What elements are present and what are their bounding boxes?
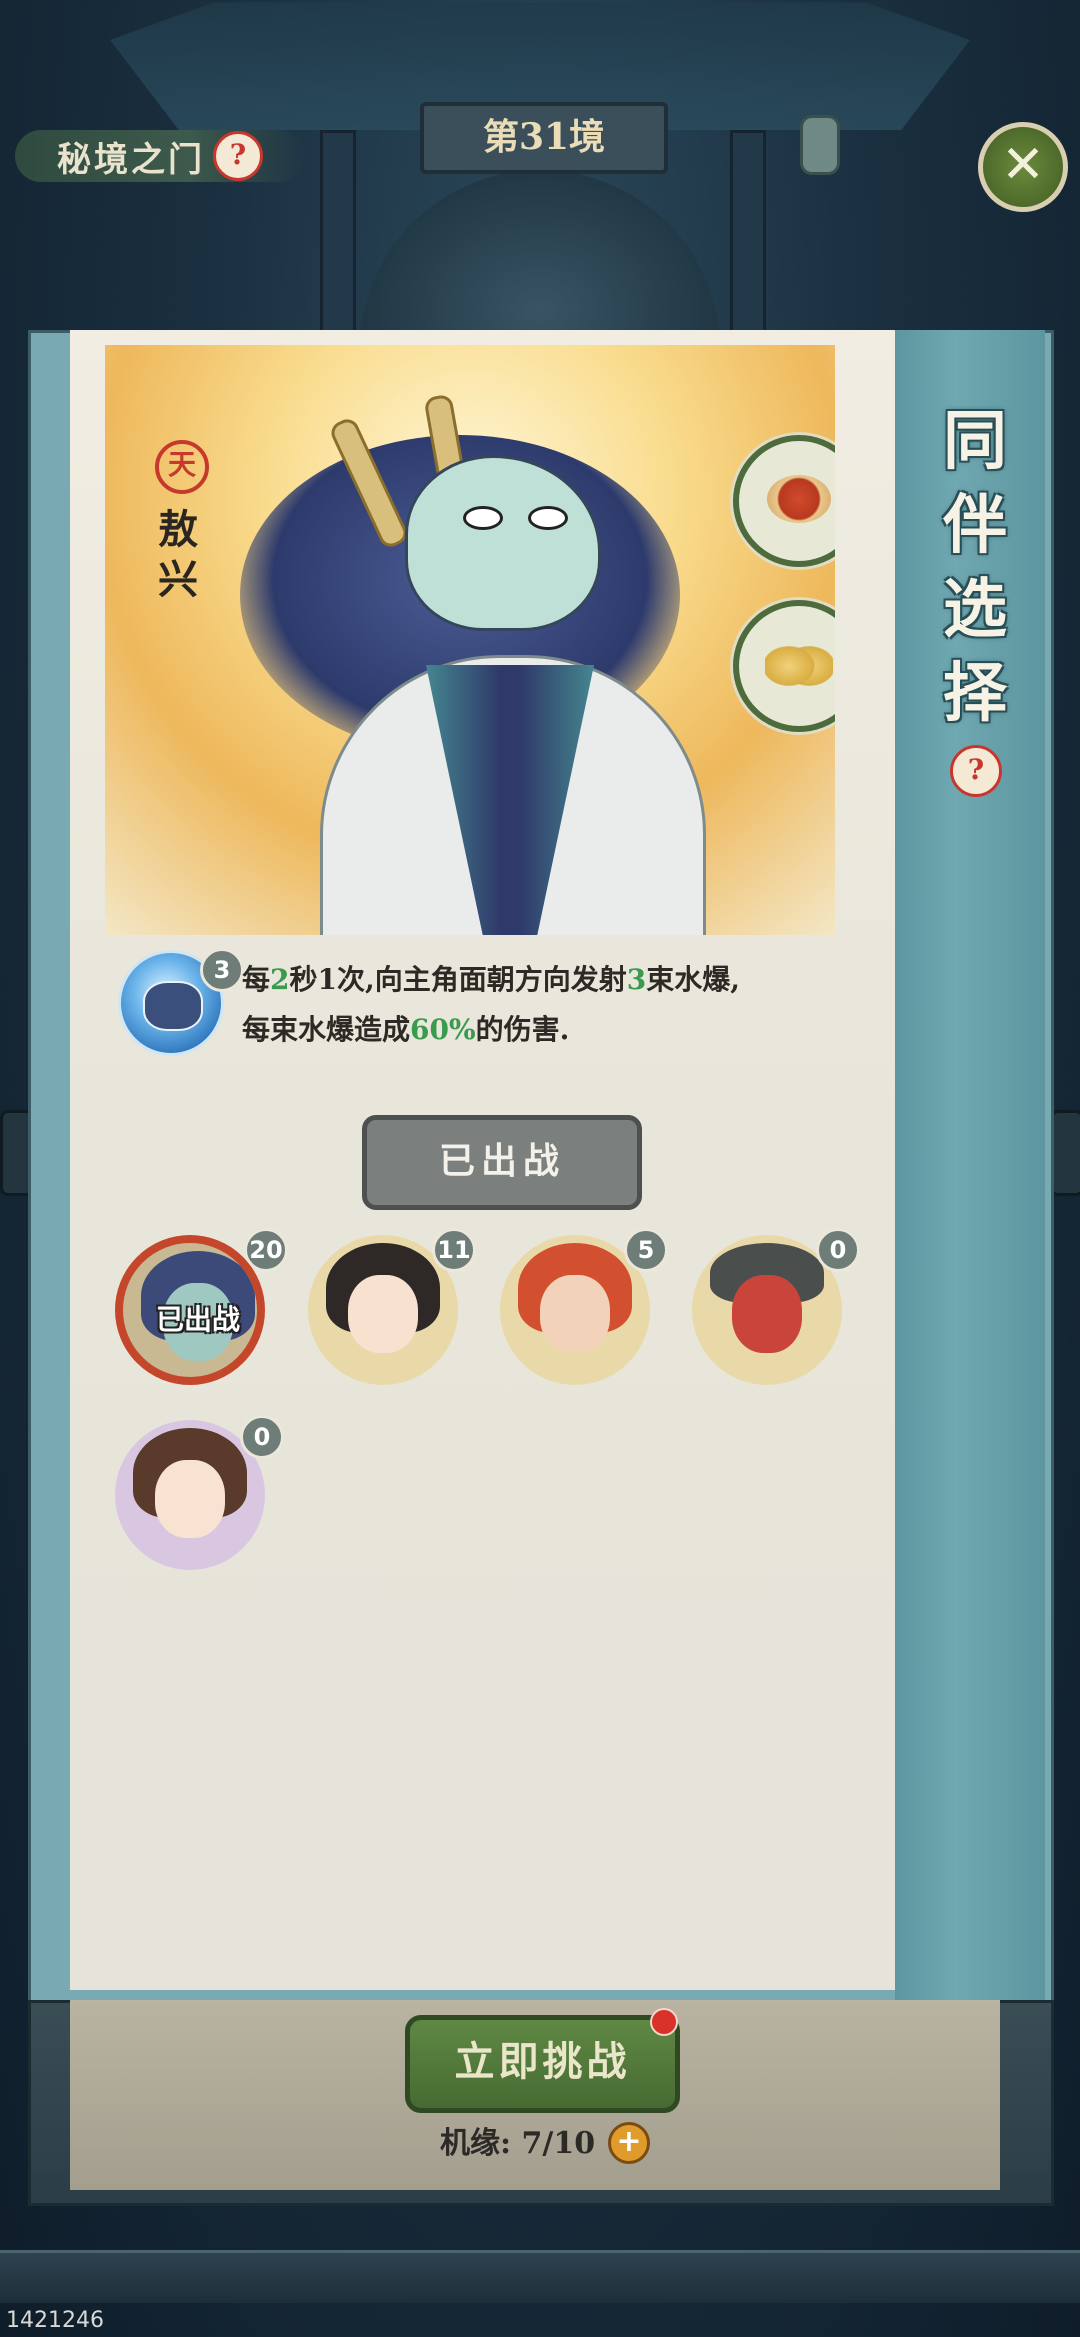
side-title-char: 伴 (943, 488, 1007, 563)
dish-icon (767, 475, 831, 523)
companion-level-badge: 0 (240, 1415, 284, 1459)
side-title: 同 伴 选 择 (935, 400, 1015, 736)
close-button[interactable]: ✕ (978, 122, 1068, 212)
scroll-knob-right (1050, 1110, 1080, 1196)
scroll-rod (0, 2250, 1080, 2303)
side-title-char: 同 (943, 404, 1007, 479)
skill-text-part: 秒1次,向主角面朝方向发射 (289, 963, 627, 996)
location-help-icon[interactable]: ? (213, 131, 263, 181)
skill-text-part: 每 (242, 963, 271, 996)
challenge-button[interactable]: 立即挑战 (405, 2015, 680, 2113)
companion-level-badge: 5 (624, 1228, 668, 1272)
skill-value: 2 (270, 963, 290, 996)
companion-face (732, 1275, 802, 1353)
grade-seal-icon: 天 (155, 440, 209, 494)
chance-counter: 机缘: 7/10 (440, 2126, 596, 2161)
skill-value: 3 (626, 963, 647, 996)
companion-level-badge: 11 (432, 1228, 476, 1272)
skill-description: 每2秒1次,向主角面朝方向发射3束水爆, 每束水爆造成60%的伤害. (242, 955, 882, 1055)
user-id: 1421246 (6, 2308, 104, 2333)
location-label: 秘境之门 (57, 139, 205, 180)
companion-face (348, 1275, 418, 1353)
character-name-char: 敖 (158, 506, 198, 553)
deployed-status-button[interactable]: 已出战 (362, 1115, 642, 1210)
character-name-char: 兴 (158, 556, 198, 603)
item-slot-2[interactable] (733, 600, 835, 732)
moth-icon (765, 632, 833, 700)
skill-level-badge: 3 (200, 948, 244, 992)
character-portrait: 天 敖 兴 (105, 345, 835, 935)
side-help-icon[interactable]: ? (950, 745, 1002, 797)
companion-level-badge: 0 (816, 1228, 860, 1272)
skill-text-part: 每束水爆造成 (242, 1013, 411, 1046)
realm-sign: 第31境 (420, 102, 668, 174)
side-title-char: 选 (943, 572, 1007, 647)
dragon-emblem-icon (143, 981, 203, 1031)
plus-icon[interactable]: + (608, 2122, 650, 2164)
side-title-char: 择 (943, 656, 1007, 731)
skill-text-part: 束水爆, (646, 963, 740, 996)
companion-face (155, 1460, 225, 1538)
companion-card-aoxing[interactable]: 已出战 (115, 1235, 265, 1385)
companion-face (540, 1275, 610, 1353)
eye-icon (463, 506, 503, 530)
location-tag: 秘境之门 ? (15, 130, 305, 182)
deployed-label: 已出战 (155, 1303, 240, 1336)
notification-dot (650, 2008, 678, 2036)
skill-text-part: 的伤害. (475, 1013, 570, 1046)
skill-value: 60% (410, 1013, 476, 1046)
companion-level-badge: 20 (244, 1228, 288, 1272)
eye-icon (528, 506, 568, 530)
item-slot-1[interactable] (733, 435, 835, 567)
lantern-icon (800, 115, 840, 175)
character-name: 敖 兴 (155, 505, 201, 605)
